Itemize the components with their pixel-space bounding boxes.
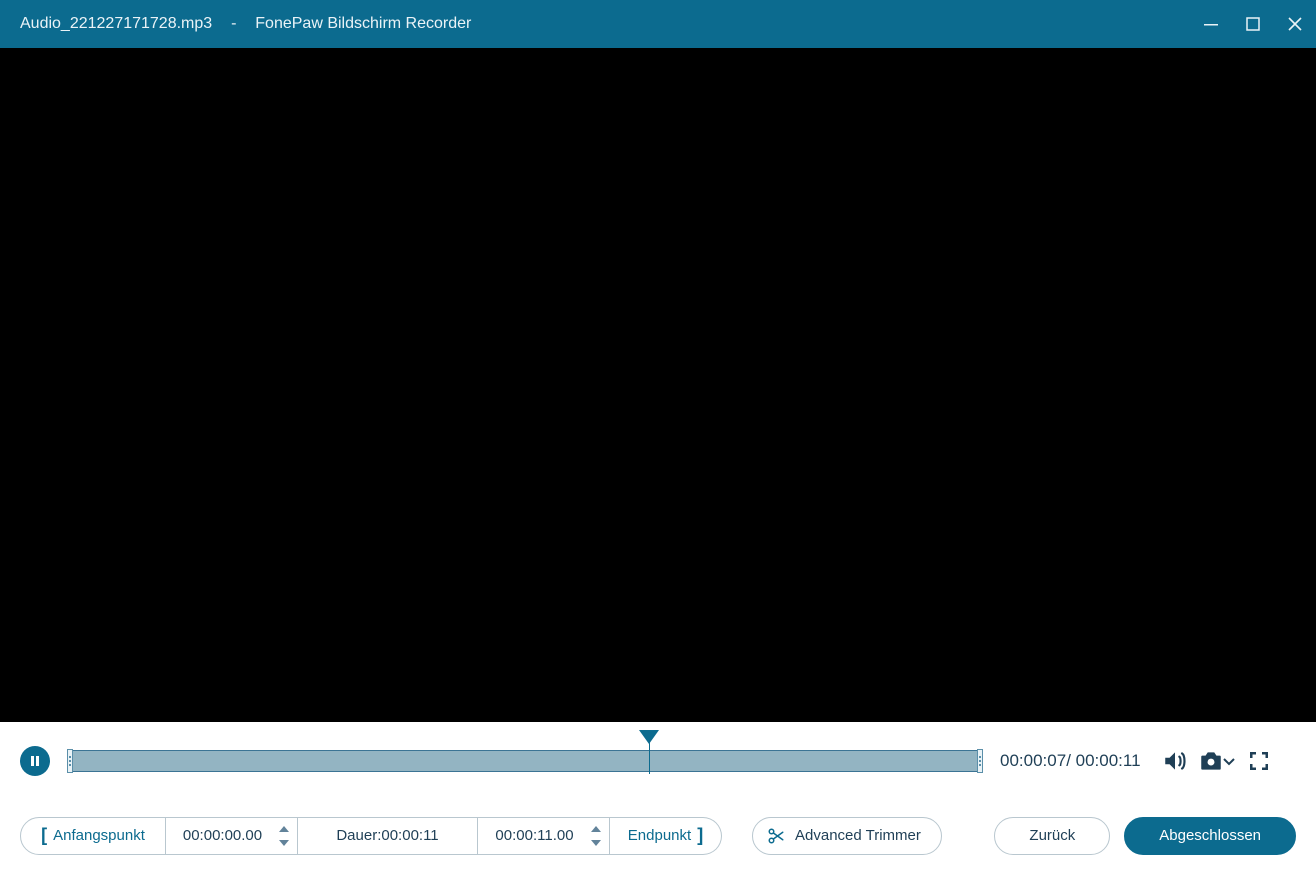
current-time: 00:00:07 — [1000, 751, 1066, 770]
done-button[interactable]: Abgeschlossen — [1124, 817, 1296, 855]
set-end-button[interactable]: Endpunkt ] — [610, 817, 722, 855]
chevron-up-icon — [279, 826, 289, 832]
duration-value: 00:00:11 — [381, 827, 438, 844]
start-step-down[interactable] — [277, 837, 291, 849]
end-time-field[interactable]: 00:00:11.00 — [478, 817, 610, 855]
playhead[interactable] — [649, 730, 650, 772]
screenshot-button[interactable] — [1193, 743, 1241, 779]
end-spinner — [589, 821, 603, 851]
volume-button[interactable] — [1157, 743, 1193, 779]
timeline-track[interactable] — [70, 750, 980, 772]
start-spinner — [277, 821, 291, 851]
back-button[interactable]: Zurück — [994, 817, 1110, 855]
volume-icon — [1162, 748, 1188, 774]
end-step-down[interactable] — [589, 837, 603, 849]
timeline[interactable] — [70, 746, 980, 776]
set-start-button[interactable]: [ Anfangspunkt — [20, 817, 166, 855]
scissors-icon — [767, 827, 785, 845]
end-time-value: 00:00:11.00 — [495, 827, 573, 844]
playback-bar: 00:00:07/ 00:00:11 — [0, 722, 1316, 800]
maximize-icon — [1246, 17, 1260, 31]
minimize-icon — [1203, 16, 1219, 32]
fullscreen-icon — [1247, 749, 1271, 773]
bracket-close-icon: ] — [697, 825, 703, 846]
start-label: Anfangspunkt — [53, 827, 145, 844]
playback-time: 00:00:07/ 00:00:11 — [1000, 751, 1141, 771]
preview-area — [0, 48, 1316, 722]
close-button[interactable] — [1274, 0, 1316, 48]
pause-button[interactable] — [20, 746, 50, 776]
minimize-button[interactable] — [1190, 0, 1232, 48]
advanced-trimmer-button[interactable]: Advanced Trimmer — [752, 817, 942, 855]
end-step-up[interactable] — [589, 823, 603, 835]
close-icon — [1288, 17, 1302, 31]
back-label: Zurück — [1029, 827, 1075, 844]
window-appname: FonePaw Bildschirm Recorder — [255, 15, 471, 33]
window-controls — [1190, 0, 1316, 48]
trim-handle-end[interactable] — [977, 749, 983, 773]
window-filename: Audio_221227171728.mp3 — [20, 15, 212, 33]
duration-display: Dauer:00:00:11 — [298, 817, 478, 855]
chevron-down-icon — [1222, 754, 1236, 768]
trim-controls: [ Anfangspunkt 00:00:00.00 Dauer:00:00:1… — [20, 817, 722, 855]
done-label: Abgeschlossen — [1159, 827, 1261, 844]
trim-handle-start[interactable] — [67, 749, 73, 773]
chevron-down-icon — [279, 840, 289, 846]
end-label: Endpunkt — [628, 827, 691, 844]
start-time-field[interactable]: 00:00:00.00 — [166, 817, 298, 855]
fullscreen-button[interactable] — [1241, 743, 1277, 779]
start-time-value: 00:00:00.00 — [183, 827, 262, 844]
pause-icon — [29, 755, 41, 767]
bracket-open-icon: [ — [41, 825, 47, 846]
chevron-up-icon — [591, 826, 601, 832]
total-time: 00:00:11 — [1076, 751, 1141, 770]
bottom-bar: [ Anfangspunkt 00:00:00.00 Dauer:00:00:1… — [0, 800, 1316, 871]
maximize-button[interactable] — [1232, 0, 1274, 48]
camera-icon — [1198, 748, 1224, 774]
duration-label: Dauer: — [336, 827, 381, 844]
advanced-trimmer-label: Advanced Trimmer — [795, 827, 921, 844]
chevron-down-icon — [591, 840, 601, 846]
start-step-up[interactable] — [277, 823, 291, 835]
titlebar: Audio_221227171728.mp3 - FonePaw Bildsch… — [0, 0, 1316, 48]
title-separator: - — [222, 15, 245, 33]
